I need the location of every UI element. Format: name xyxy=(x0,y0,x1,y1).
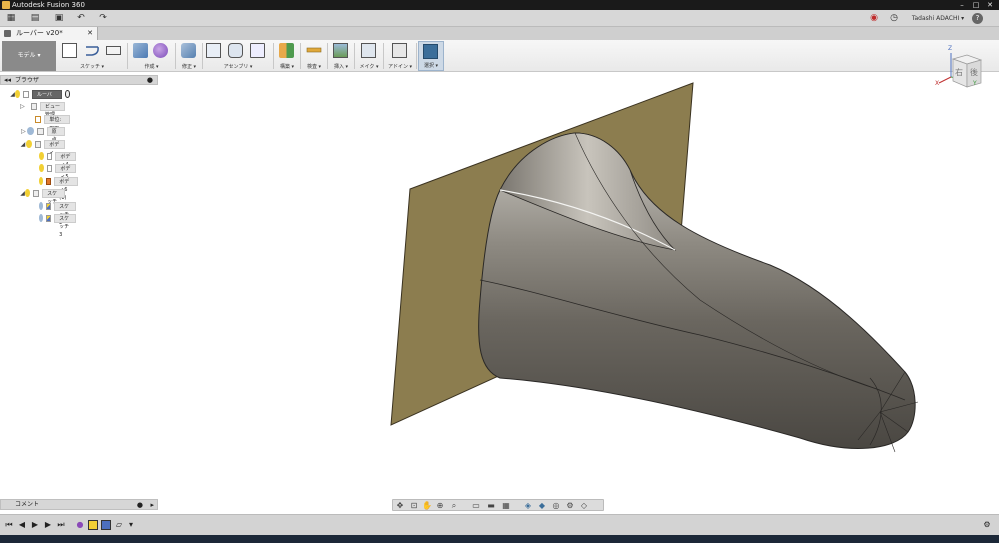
comments-panel-header[interactable]: コメント ● ▸ xyxy=(0,499,158,510)
tree-label-view-management[interactable]: ビュー管理 xyxy=(39,101,65,118)
control-frame-icon[interactable]: ◆ xyxy=(537,501,547,510)
go-to-end-icon[interactable]: ⏭ xyxy=(56,520,66,530)
step-back-icon[interactable]: ◀ xyxy=(17,520,27,530)
document-settings-icon xyxy=(35,115,42,123)
timeline-plane-feature-icon[interactable]: ▱ xyxy=(114,520,124,530)
visibility-bulb-icon[interactable] xyxy=(26,127,34,135)
timeline-sketch-feature-icon[interactable] xyxy=(88,520,98,530)
box-mode-icon[interactable]: ◈ xyxy=(523,501,533,510)
tree-item-origin[interactable]: ▷ 原点 xyxy=(20,126,66,143)
orbit-icon[interactable]: ✥ xyxy=(395,501,405,510)
pan-icon[interactable]: ✋ xyxy=(422,501,432,510)
folder-icon xyxy=(33,189,40,197)
tree-label-sketches[interactable]: スケッチ xyxy=(42,188,66,205)
activate-radio-icon[interactable] xyxy=(64,90,71,98)
body-icon xyxy=(46,152,53,160)
sketch-icon xyxy=(46,214,52,222)
t-spline-display-icon[interactable]: ⚙ xyxy=(565,501,575,510)
fit-icon[interactable]: ⌕ xyxy=(449,501,459,510)
sketch-icon xyxy=(46,202,52,210)
form-body-icon xyxy=(46,177,52,185)
tree-label-origin[interactable]: 原点 xyxy=(46,126,66,143)
tree-label-bodies[interactable]: ボディ xyxy=(44,139,65,156)
comments-options-icon[interactable]: ● xyxy=(137,500,143,510)
tree-item-sketches[interactable]: ◢ スケッチ xyxy=(20,188,66,205)
collapse-browser-icon[interactable]: ◂◂ xyxy=(4,76,11,85)
visibility-bulb-icon[interactable] xyxy=(15,90,21,98)
tree-item-body4[interactable]: ボディ4 xyxy=(39,151,77,168)
folder-icon xyxy=(34,140,42,148)
tree-label-sketch3[interactable]: スケッチ3 xyxy=(54,213,77,238)
step-forward-icon[interactable]: ▶ xyxy=(43,520,53,530)
play-icon[interactable]: ▶ xyxy=(30,520,40,530)
go-to-start-icon[interactable]: ⏮ xyxy=(4,520,14,530)
tree-label-root[interactable]: ルーバー v20 xyxy=(31,89,62,106)
tree-item-units[interactable]: 単位: mm xyxy=(28,114,70,131)
visibility-bulb-icon[interactable] xyxy=(39,214,44,222)
symmetry-display-icon[interactable]: ◇ xyxy=(579,501,589,510)
visibility-bulb-icon[interactable] xyxy=(25,140,32,148)
grid-snaps-icon[interactable]: ▬ xyxy=(486,501,496,510)
visibility-bulb-icon[interactable] xyxy=(39,177,44,185)
viewports-icon[interactable]: ▦ xyxy=(501,501,511,510)
browser-title: ブラウザ xyxy=(15,77,40,84)
navigation-bar: ✥ ⊡ ✋ ⊕ ⌕ ▭ ▬ ▦ ◈ ◆ ◎ ⚙ ◇ xyxy=(392,499,604,511)
tree-item-bodies[interactable]: ◢ ボディ xyxy=(20,139,65,156)
tree-label-body4[interactable]: ボディ4 xyxy=(55,151,77,168)
timeline-settings-gear-icon[interactable]: ⚙ xyxy=(982,520,992,530)
visibility-bulb-icon[interactable] xyxy=(39,202,44,210)
document-icon xyxy=(23,90,29,98)
smooth-mode-icon[interactable]: ◎ xyxy=(551,501,561,510)
tree-label-body5[interactable]: ボディ5 xyxy=(55,163,77,180)
comments-title: コメント xyxy=(15,501,40,508)
tree-item-sketch2[interactable]: スケッチ2 xyxy=(39,201,77,226)
expand-triangle-icon[interactable]: ▷ xyxy=(20,128,27,135)
timeline-sketch-feature-icon[interactable] xyxy=(101,520,111,530)
timeline-form-feature-icon[interactable]: ● xyxy=(75,520,85,530)
tree-item-body6[interactable]: ボディ6 (1) xyxy=(39,176,79,201)
look-at-icon[interactable]: ⊡ xyxy=(409,501,419,510)
folder-icon xyxy=(31,102,37,110)
expand-triangle-icon[interactable]: ▷ xyxy=(20,103,25,110)
os-taskbar xyxy=(0,535,999,543)
expand-comments-icon[interactable]: ▸ xyxy=(150,500,154,510)
timeline-bar: ⏮ ◀ ▶ ▶ ⏭ ● ▱ ▾ ⚙ xyxy=(0,514,999,535)
display-settings-icon[interactable]: ▭ xyxy=(471,501,481,510)
tree-label-body6[interactable]: ボディ6 (1) xyxy=(54,176,79,201)
folder-icon xyxy=(36,127,44,135)
tree-item-body5[interactable]: ボディ5 xyxy=(39,163,77,180)
tree-label-sketch2[interactable]: スケッチ2 xyxy=(54,201,77,226)
browser-options-icon[interactable]: ● xyxy=(147,76,153,85)
browser-panel-header[interactable]: ◂◂ ブラウザ ● xyxy=(0,75,158,85)
visibility-bulb-icon[interactable] xyxy=(25,189,31,197)
tree-root[interactable]: ◢ ルーバー v20 xyxy=(10,89,71,106)
tree-item-sketch3[interactable]: スケッチ3 xyxy=(39,213,77,238)
visibility-bulb-icon[interactable] xyxy=(39,152,44,160)
timeline-marker-icon[interactable]: ▾ xyxy=(126,520,136,530)
visibility-bulb-icon[interactable] xyxy=(39,164,44,172)
body-icon xyxy=(46,164,53,172)
tree-item-view-management[interactable]: ▷ ビュー管理 xyxy=(20,101,65,118)
tree-label-units[interactable]: 単位: mm xyxy=(44,114,70,131)
zoom-icon[interactable]: ⊕ xyxy=(435,501,445,510)
